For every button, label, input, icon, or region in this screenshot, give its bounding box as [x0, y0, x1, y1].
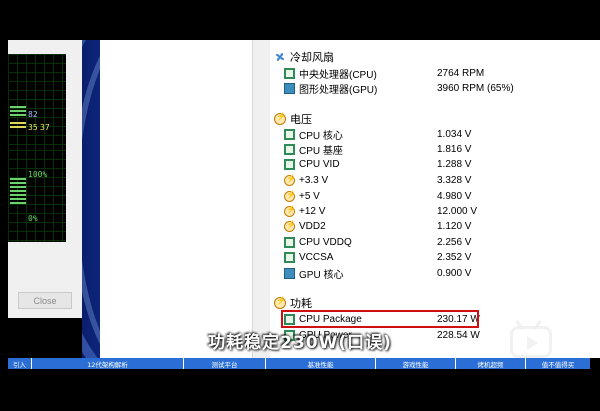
usage-monitor-panel: 100% 0% [8, 150, 66, 242]
section-title: 冷却风扇 [290, 52, 334, 64]
sensor-row[interactable]: VCCSA 2.352 V [284, 250, 584, 265]
sensor-row[interactable]: CPU VDDQ 2.256 V [284, 235, 584, 250]
section-header-voltage[interactable]: 电压 [274, 111, 312, 127]
sensor-value: 1.034 V [437, 129, 472, 140]
power-icon [274, 296, 286, 309]
gpu-icon [284, 268, 295, 279]
sensor-row[interactable]: +12 V 12.000 V [284, 204, 584, 219]
highlight-box [281, 310, 479, 328]
section-title: 功耗 [290, 298, 312, 310]
close-button[interactable]: Close [18, 292, 72, 309]
bar-meter [10, 106, 26, 118]
sensor-value: 1.120 V [437, 221, 472, 232]
monitor-value: 35 [28, 123, 38, 132]
sensor-value: 3.328 V [437, 175, 472, 186]
bolt-icon [284, 174, 296, 186]
chapter-segment[interactable]: 烤机超频 [456, 358, 526, 369]
gpu-icon [284, 83, 295, 94]
sensor-value: 1.816 V [437, 144, 472, 155]
sensor-value: 3960 RPM (65%) [437, 83, 514, 94]
bar-meter [10, 122, 26, 130]
section-header-power[interactable]: 功耗 [274, 295, 312, 311]
voltage-icon [274, 112, 286, 125]
monitor-value: 82 [28, 110, 38, 119]
sensor-row[interactable]: 图形处理器(GPU) 3960 RPM (65%) [284, 81, 584, 96]
section-title: 电压 [290, 114, 312, 126]
chapter-segment[interactable]: 基准性能 [266, 358, 376, 369]
sensor-value: 2.352 V [437, 252, 472, 263]
sensor-label: CPU 核心 [299, 131, 343, 142]
bolt-icon [284, 205, 296, 217]
chapter-bar: 引入 12代架构解析 测试平台 基准性能 游戏性能 烤机超频 值不值得买 [8, 358, 590, 369]
chapter-segment[interactable]: 值不值得买 [526, 358, 590, 369]
sensor-label: CPU 基座 [299, 146, 343, 157]
sensor-row[interactable]: +5 V 4.980 V [284, 189, 584, 204]
sensor-label: VDD2 [299, 221, 326, 232]
chip-icon [284, 129, 295, 140]
bilibili-logo-icon [510, 326, 552, 358]
chapter-segment[interactable]: 游戏性能 [376, 358, 456, 369]
sensor-label: 中央处理器(CPU) [299, 70, 377, 81]
chip-icon [284, 237, 295, 248]
bolt-icon [284, 220, 296, 232]
sensor-label: CPU VDDQ [299, 237, 352, 248]
scrollbar[interactable] [252, 40, 270, 358]
sensor-label: CPU VID [299, 159, 340, 170]
sensor-row[interactable]: CPU VID 1.288 V [284, 157, 584, 172]
chapter-segment[interactable]: 引入 [8, 358, 32, 369]
sensor-row[interactable]: 中央处理器(CPU) 2764 RPM [284, 66, 584, 81]
background-window [100, 40, 252, 358]
sensor-label: +12 V [299, 206, 326, 217]
sensor-row[interactable]: CPU 基座 1.816 V [284, 142, 584, 157]
sensor-label: GPU 核心 [299, 270, 344, 281]
sensor-label: 图形处理器(GPU) [299, 85, 378, 96]
fan-icon [276, 53, 284, 61]
cpu-monitor-panel: 82 35 37 [8, 54, 66, 150]
play-icon [527, 336, 538, 350]
bolt-icon [284, 190, 296, 202]
sensor-label: VCCSA [299, 252, 334, 263]
chip-icon [284, 144, 295, 155]
monitor-window: 82 35 37 100% 0% Close [8, 40, 88, 318]
sensor-value: 2.256 V [437, 237, 472, 248]
sensor-row[interactable]: VDD2 1.120 V [284, 219, 584, 234]
video-frame: 82 35 37 100% 0% Close 冷却风扇 中央处理器(CPU) 2… [0, 0, 600, 411]
section-header-fans[interactable]: 冷却风扇 [274, 49, 334, 65]
sensor-label: +5 V [299, 191, 320, 202]
sensor-value: 2764 RPM [437, 68, 485, 79]
chip-icon [284, 252, 295, 263]
sensor-row[interactable]: CPU 核心 1.034 V [284, 127, 584, 142]
sensor-row[interactable]: +3.3 V 3.328 V [284, 173, 584, 188]
sensor-label: +3.3 V [299, 175, 329, 186]
chapter-segment[interactable]: 测试平台 [184, 358, 266, 369]
sensor-value: 0.900 V [437, 268, 472, 279]
chapter-segment[interactable]: 12代架构解析 [32, 358, 184, 369]
sensor-value: 1.288 V [437, 159, 472, 170]
bar-meter [10, 178, 26, 206]
monitor-value: 37 [40, 123, 50, 132]
sensor-value: 12.000 V [437, 206, 478, 217]
sensor-value: 4.980 V [437, 191, 472, 202]
chip-icon [284, 68, 295, 79]
sensor-row[interactable]: GPU 核心 0.900 V [284, 266, 584, 281]
chip-icon [284, 159, 295, 170]
usage-max-label: 100% [28, 170, 48, 179]
usage-min-label: 0% [28, 214, 38, 223]
